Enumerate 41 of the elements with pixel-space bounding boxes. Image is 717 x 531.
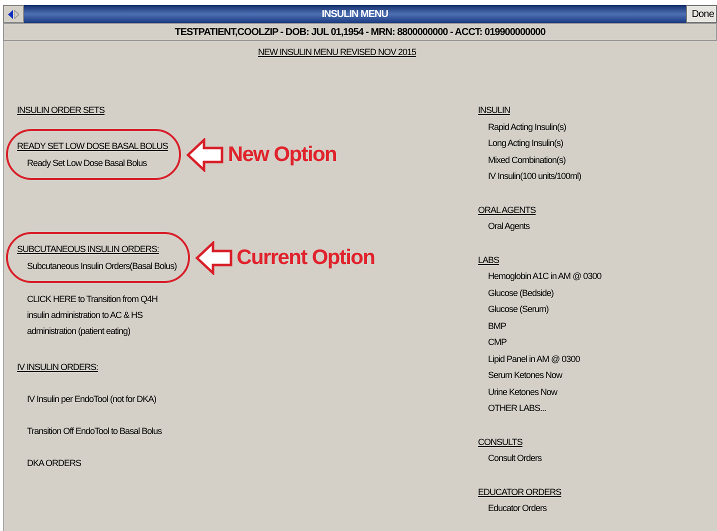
menu-link[interactable]: Serum Ketones Now: [478, 367, 602, 384]
section-heading: INSULIN ORDER SETS: [17, 104, 106, 117]
window-title: INSULIN MENU: [24, 5, 686, 23]
transition-link[interactable]: CLICK HERE to Transition from Q4H insulin administration to AC & HS administration (patient eating): [17, 290, 177, 338]
menu-link[interactable]: Ready Set Low Dose Basal Bolus: [17, 154, 168, 171]
section-heading: IV INSULIN ORDERS:: [17, 360, 100, 374]
menu-link[interactable]: Consult Orders: [478, 450, 602, 466]
section-heading: EDUCATOR ORDERS: [478, 486, 562, 498]
back-icon[interactable]: [8, 10, 13, 18]
menu-link[interactable]: Urine Ketones Now: [478, 384, 602, 400]
section-heading: READY SET LOW DOSE BASAL BOLUS: [17, 140, 168, 153]
nav-buttons[interactable]: [3, 5, 24, 23]
menu-link[interactable]: Hemoglobin A1C in AM @ 0300: [478, 268, 602, 284]
callout-label: Current Option: [236, 246, 375, 270]
section-heading: LABS: [478, 254, 500, 266]
menu-link[interactable]: OTHER LABS...: [478, 400, 602, 416]
menu-link[interactable]: Oral Agents: [478, 218, 602, 234]
menu-link[interactable]: IV Insulin per EndoTool (not for DKA): [17, 391, 162, 407]
menu-link[interactable]: Lipid Panel in AM @ 0300: [478, 350, 602, 367]
menu-link[interactable]: BMP: [478, 318, 602, 334]
menu-link[interactable]: DKA ORDERS: [17, 455, 162, 471]
arrow-icon: [186, 138, 224, 172]
menu-link[interactable]: Transition Off EndoTool to Basal Bolus: [17, 423, 162, 439]
section-heading: CONSULTS: [478, 436, 524, 448]
menu-link[interactable]: CMP: [478, 334, 602, 350]
callout-label: New Option: [228, 142, 337, 166]
menu-link[interactable]: Mixed Combination(s): [478, 152, 602, 168]
menu-subtitle: NEW INSULIN MENU REVISED NOV 2015: [258, 47, 416, 57]
section-heading: SUBCUTANEOUS INSULIN ORDERS:: [17, 243, 160, 256]
menu-link[interactable]: Glucose (Bedside): [478, 284, 602, 301]
section-heading: ORAL AGENTS: [478, 204, 537, 216]
section-heading: INSULIN: [478, 104, 512, 117]
menu-link[interactable]: Educator Orders: [478, 500, 602, 516]
menu-link[interactable]: IV Insulin(100 units/100ml): [478, 168, 602, 184]
patient-banner: TESTPATIENT,COOLZIP - DOB: JUL 01,1954 - MRN: 8800000000 - ACCT: 019900000000: [3, 23, 717, 41]
arrow-icon: [194, 240, 233, 274]
menu-link[interactable]: Glucose (Serum): [478, 301, 602, 318]
menu-link[interactable]: Subcutaneous Insulin Orders(Basal Bolus): [17, 258, 177, 274]
done-button[interactable]: Done: [686, 5, 717, 23]
menu-link[interactable]: Rapid Acting Insulin(s): [478, 118, 602, 135]
menu-link[interactable]: Long Acting Insulin(s): [478, 135, 602, 152]
